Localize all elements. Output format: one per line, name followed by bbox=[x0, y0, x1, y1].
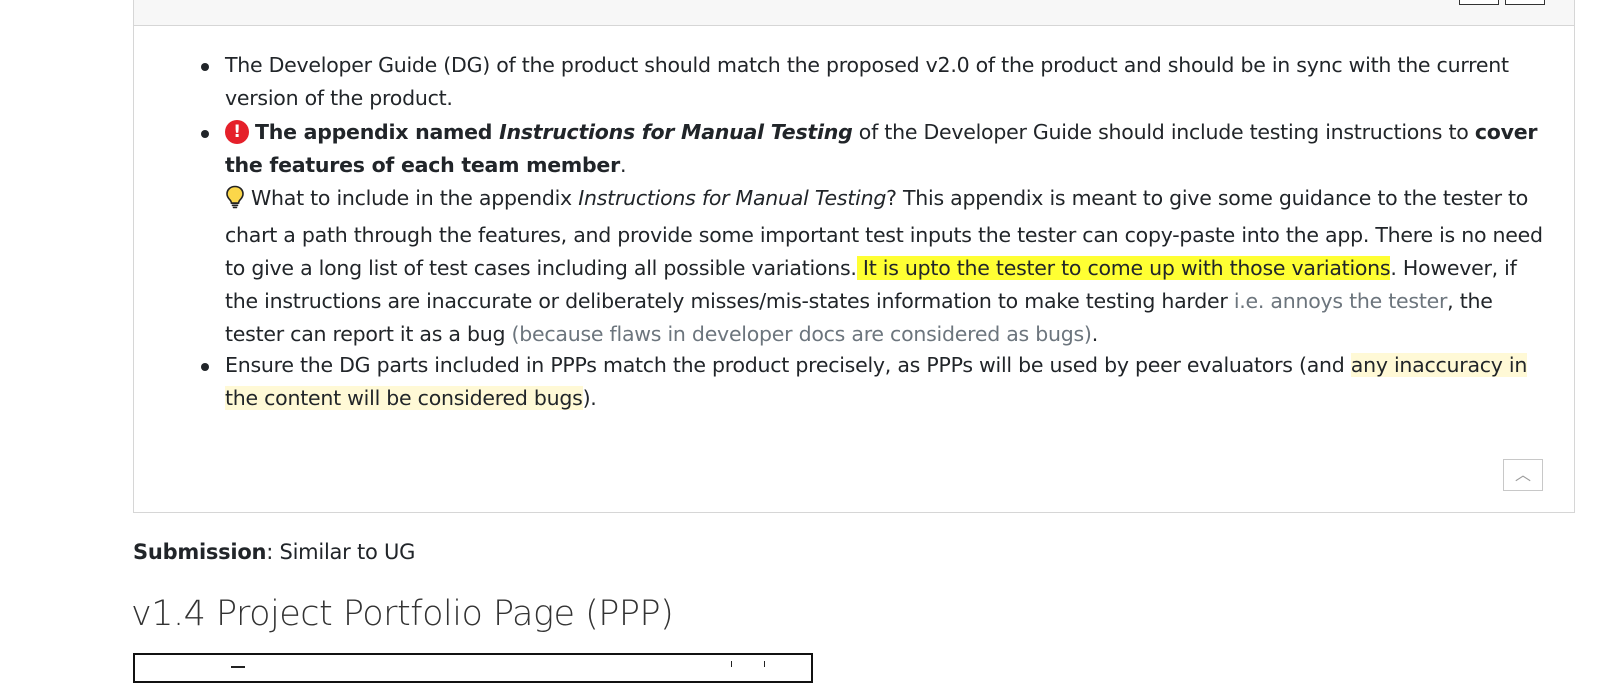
list-item-dg-sync: The Developer Guide (DG) of the product … bbox=[201, 49, 1545, 115]
ppp-text-2: ). bbox=[582, 386, 597, 410]
lightbulb-icon bbox=[225, 185, 245, 219]
tester-variations-highlight: It is upto the tester to come up with th… bbox=[856, 256, 1391, 280]
tip-appendix-name: Instructions for Manual Testing bbox=[578, 186, 887, 210]
exclamation-circle-icon: ! bbox=[225, 120, 249, 144]
table-fragment-mark bbox=[231, 666, 245, 668]
tip-text-1: What to include in the appendix bbox=[251, 186, 579, 210]
bullet-dot bbox=[201, 130, 209, 138]
bullet-dot bbox=[201, 363, 209, 371]
tip-text-5: . bbox=[1091, 322, 1099, 346]
table-fragment-mark bbox=[731, 661, 765, 667]
panel-header-button-2[interactable] bbox=[1505, 0, 1545, 5]
submission-line: Submission: Similar to UG bbox=[133, 540, 415, 564]
bullet-dot bbox=[201, 63, 209, 71]
submission-text: : Similar to UG bbox=[266, 540, 416, 564]
appendix-bold-text: The appendix named bbox=[255, 120, 500, 144]
flaws-as-bugs-note: (because flaws in developer docs are con… bbox=[511, 322, 1092, 346]
panel-header-button-1[interactable] bbox=[1459, 0, 1499, 5]
list-item-text: The Developer Guide (DG) of the product … bbox=[225, 53, 1509, 110]
panel-header bbox=[134, 0, 1574, 26]
chevron-up-icon: ︿ bbox=[1514, 465, 1531, 484]
section-title: v1.4 Project Portfolio Page (PPP) bbox=[131, 594, 674, 634]
list-item-ppp-accuracy: Ensure the DG parts included in PPPs mat… bbox=[201, 349, 1545, 415]
annoys-tester-note: i.e. annoys the tester bbox=[1233, 289, 1448, 313]
ppp-table bbox=[133, 653, 813, 683]
list-item-manual-testing: ! The appendix named Instructions for Man… bbox=[201, 116, 1545, 351]
scroll-top-button[interactable]: ︿ bbox=[1503, 459, 1543, 491]
ppp-text-1: Ensure the DG parts included in PPPs mat… bbox=[225, 353, 1351, 377]
appendix-name: Instructions for Manual Testing bbox=[499, 120, 853, 144]
submission-label: Submission bbox=[133, 540, 267, 564]
sentence-end: . bbox=[619, 153, 627, 177]
appendix-mid-text: of the Developer Guide should include te… bbox=[852, 120, 1475, 144]
dg-requirements-panel: The Developer Guide (DG) of the product … bbox=[133, 0, 1575, 513]
